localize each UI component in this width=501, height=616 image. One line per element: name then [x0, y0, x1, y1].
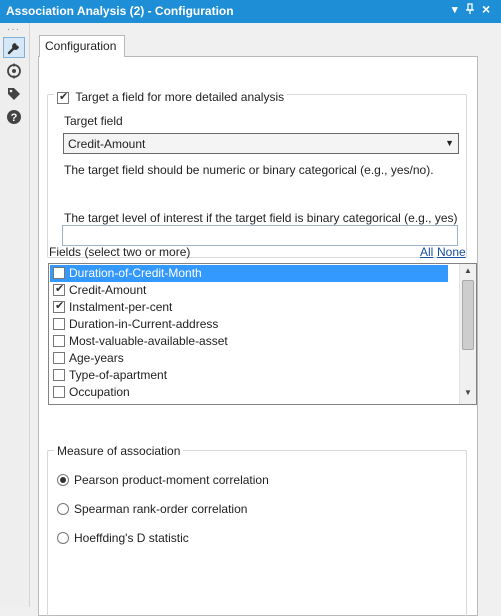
target-checkbox-row[interactable]: Target a field for more detailed analysi… — [54, 90, 288, 104]
help-icon[interactable]: ? — [3, 106, 25, 127]
target-field-select[interactable]: Credit-Amount ▼ — [63, 133, 459, 154]
target-icon[interactable] — [3, 60, 25, 81]
field-checkbox[interactable] — [53, 267, 65, 279]
title-bar: Association Analysis (2) - Configuration… — [0, 0, 501, 23]
target-group: Target a field for more detailed analysi… — [47, 90, 467, 258]
list-item[interactable]: Duration-of-Credit-Month — [50, 265, 448, 282]
scroll-down-icon[interactable]: ▼ — [460, 388, 476, 402]
radio-label: Pearson product-moment correlation — [74, 473, 269, 487]
field-label: Most-valuable-available-asset — [69, 334, 228, 348]
fields-list[interactable]: Duration-of-Credit-Month Credit-Amount I… — [48, 263, 477, 405]
list-item[interactable]: Most-valuable-available-asset — [50, 333, 448, 350]
field-label: Credit-Amount — [69, 283, 147, 297]
radio-button[interactable] — [57, 503, 69, 515]
radio-button[interactable] — [57, 532, 69, 544]
wrench-icon[interactable] — [3, 37, 25, 58]
scroll-thumb[interactable] — [462, 280, 474, 350]
list-item[interactable]: Duration-in-Current-address — [50, 316, 448, 333]
grip-dots: ··· — [7, 24, 20, 35]
field-label: Occupation — [69, 385, 130, 399]
field-checkbox[interactable] — [53, 335, 65, 347]
content-area: Configuration Target a field for more de… — [31, 23, 501, 616]
radio-label: Hoeffding's D statistic — [74, 531, 189, 545]
target-level-label: The target level of interest if the targ… — [64, 211, 458, 225]
fields-scrollbar[interactable]: ▲ ▼ — [459, 264, 476, 404]
field-checkbox[interactable] — [53, 282, 65, 296]
close-icon[interactable]: × — [482, 1, 490, 17]
field-checkbox[interactable] — [53, 386, 65, 398]
radio-pearson[interactable]: Pearson product-moment correlation — [57, 473, 269, 487]
configuration-panel: Target a field for more detailed analysi… — [38, 56, 478, 616]
fields-label: Fields (select two or more) — [49, 245, 191, 259]
list-item[interactable]: Occupation — [50, 384, 448, 401]
list-item[interactable]: Instalment-per-cent — [50, 299, 448, 316]
field-label: Age-years — [69, 351, 124, 365]
select-none-link[interactable]: None — [437, 245, 466, 259]
radio-hoeffding[interactable]: Hoeffding's D statistic — [57, 531, 189, 545]
measure-group: Measure of association Pearson product-m… — [47, 444, 467, 616]
menu-dropdown-icon[interactable]: ▾ — [452, 3, 458, 16]
select-all-link[interactable]: All — [420, 245, 433, 259]
field-label: Type-of-apartment — [69, 368, 168, 382]
window-title: Association Analysis (2) - Configuration — [6, 4, 234, 18]
field-checkbox[interactable] — [53, 352, 65, 364]
tag-icon[interactable] — [3, 83, 25, 104]
list-item[interactable]: Credit-Amount — [50, 282, 448, 299]
radio-spearman[interactable]: Spearman rank-order correlation — [57, 502, 247, 516]
radio-button[interactable] — [57, 474, 69, 486]
radio-label: Spearman rank-order correlation — [74, 502, 248, 516]
target-note: The target field should be numeric or bi… — [64, 163, 434, 177]
list-item[interactable]: Age-years — [50, 350, 448, 367]
tab-configuration[interactable]: Configuration — [39, 35, 125, 57]
target-checkbox[interactable] — [57, 90, 69, 104]
field-label: Duration-in-Current-address — [69, 317, 219, 331]
target-level-input[interactable] — [62, 225, 458, 246]
field-label: Duration-of-Credit-Month — [69, 266, 202, 280]
field-checkbox[interactable] — [53, 299, 65, 313]
chevron-down-icon: ▼ — [445, 138, 454, 148]
target-checkbox-label: Target a field for more detailed analysi… — [75, 90, 285, 104]
svg-text:?: ? — [11, 112, 18, 124]
field-label: Instalment-per-cent — [69, 300, 173, 314]
pin-icon[interactable] — [465, 3, 475, 18]
list-item[interactable]: Type-of-apartment — [50, 367, 448, 384]
measure-legend: Measure of association — [54, 444, 184, 458]
target-field-value: Credit-Amount — [68, 137, 146, 151]
target-field-label: Target field — [64, 114, 123, 128]
field-checkbox[interactable] — [53, 369, 65, 381]
field-checkbox[interactable] — [53, 318, 65, 330]
scroll-up-icon[interactable]: ▲ — [460, 266, 476, 280]
sidebar: ··· ? — [0, 23, 30, 607]
